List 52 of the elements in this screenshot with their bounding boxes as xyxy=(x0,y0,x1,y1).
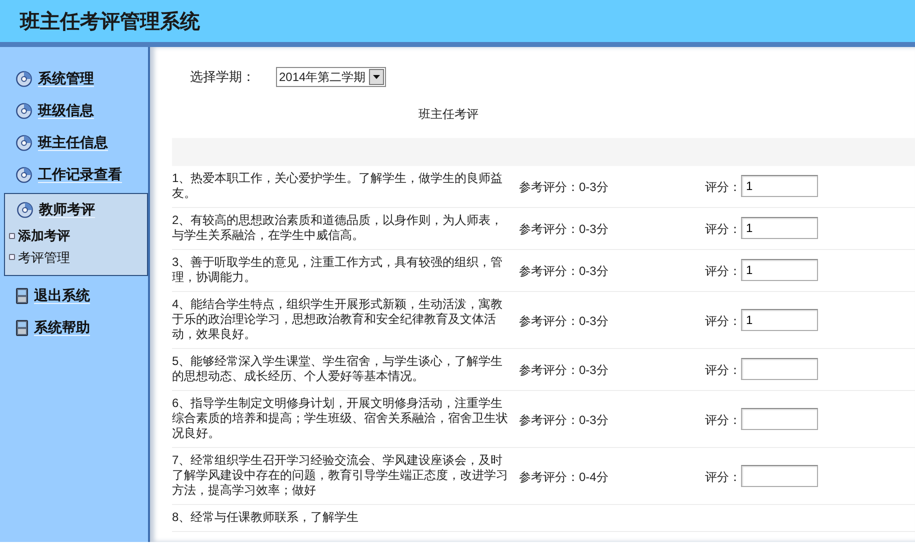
score-field[interactable]: 1 xyxy=(741,175,818,197)
disc-icon xyxy=(16,102,32,118)
bullet-icon xyxy=(9,254,15,260)
sidebar-item[interactable]: 工作记录查看 xyxy=(0,159,148,191)
score-label: 评分： xyxy=(705,362,741,379)
criterion-text: 7、经常组织学生召开学习经验交流会、学风建设座谈会，及时了解学风建设中存在的问题，教育引导学生端正态度，改进学习方法，提高学习效率；做好 xyxy=(172,453,509,498)
score-label: 评分： xyxy=(705,221,741,238)
score-field[interactable] xyxy=(741,358,818,380)
sidebar-item[interactable]: 退出系统 xyxy=(0,280,148,312)
form-title: 班主任考评 xyxy=(418,107,478,121)
criterion-text: 5、能够经常深入学生课堂、学生宿舍，与学生谈心，了解学生的思想动态、成长经历、个人爱好等基本情况。 xyxy=(172,354,504,384)
bullet-icon xyxy=(9,232,15,239)
reference-score: 参考评分：0-3分 xyxy=(518,263,610,280)
device-icon xyxy=(16,288,28,304)
disc-icon xyxy=(16,134,32,150)
reference-score: 参考评分：0-3分 xyxy=(518,179,610,196)
disc-icon xyxy=(16,166,32,182)
device-icon xyxy=(16,320,28,336)
semester-select[interactable]: 2014年第二学期 xyxy=(276,67,386,87)
score-label: 评分： xyxy=(705,179,741,196)
criterion-text: 8、经常与任课教师联系，了解学生 xyxy=(172,510,360,525)
score-field[interactable]: 1 xyxy=(741,308,818,330)
criterion-text: 6、指导学生制定文明修身计划，开展文明修身活动，注重学生综合素质的培养和提高；学生班级、宿舍关系融洽，宿舍卫生状况良好。 xyxy=(172,396,509,441)
semester-label: 选择学期： xyxy=(190,68,256,86)
submenu-item[interactable]: 添加考评 xyxy=(5,226,70,248)
reference-score: 参考评分：0-4分 xyxy=(518,468,610,486)
criterion-text: 3、善于听取学生的意见，注重工作方式，具有较强的组织，管理，协调能力。 xyxy=(172,255,504,285)
reference-score: 参考评分：0-3分 xyxy=(518,221,610,238)
score-field[interactable]: 1 xyxy=(741,217,818,239)
score-label: 评分： xyxy=(705,412,741,428)
sidebar-item[interactable]: 教师考评 xyxy=(5,194,147,226)
criterion-text: 1、热爱本职工作，关心爱护学生。了解学生，做学生的良师益友。 xyxy=(172,171,504,201)
reference-score: 参考评分：0-3分 xyxy=(518,312,610,330)
score-field[interactable]: 1 xyxy=(741,259,818,281)
sidebar-item[interactable]: 班主任信息 xyxy=(0,127,148,159)
score-field[interactable] xyxy=(741,464,818,486)
score-label: 评分： xyxy=(705,468,741,486)
score-field[interactable] xyxy=(741,408,818,430)
sidebar-item[interactable]: 班级信息 xyxy=(0,95,148,127)
caret-icon xyxy=(372,75,380,79)
reference-score: 参考评分：0-3分 xyxy=(518,362,610,379)
submenu-item[interactable]: 考评管理 xyxy=(5,248,70,269)
sidebar-item[interactable]: 系统帮助 xyxy=(0,312,148,344)
sidebar-item[interactable]: 系统管理 xyxy=(0,63,148,95)
score-label: 评分： xyxy=(705,263,741,280)
app-title: 班主任考评管理系统 xyxy=(20,8,201,35)
criterion-text: 4、能结合学生特点，组织学生开展形式新颖，生动活泼，寓教于乐的政治理论学习，思想政治教育和安全纪律教育及文体活动，效果良好。 xyxy=(172,297,504,342)
disc-icon xyxy=(17,202,33,218)
reference-score: 参考评分：0-3分 xyxy=(518,412,610,428)
disc-icon xyxy=(16,70,32,86)
score-label: 评分： xyxy=(705,312,741,330)
criterion-text: 2、有较高的思想政治素质和道德品质，以身作则，为人师表，与学生关系融洽，在学生中威信高。 xyxy=(172,213,504,243)
